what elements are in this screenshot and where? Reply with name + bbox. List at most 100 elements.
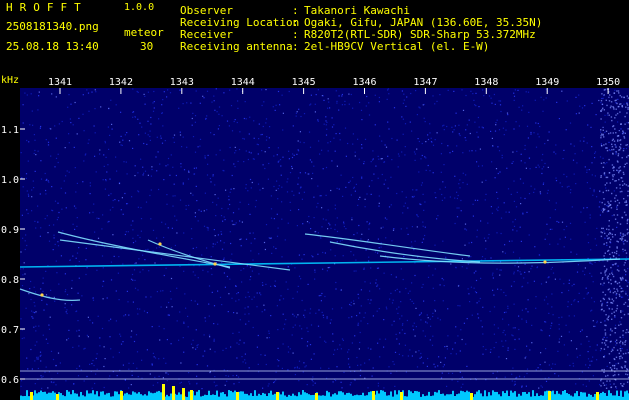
noise-dot [617,241,619,243]
noise-dot [387,88,389,90]
noise-dot [587,242,590,244]
echo-bar [254,390,256,400]
noise-dot [416,226,418,228]
noise-dot [233,312,235,314]
noise-dot [156,237,158,239]
noise-dot [591,174,593,176]
noise-dot [601,304,603,307]
noise-dot [612,273,614,276]
noise-dot [616,90,618,92]
noise-dot [86,375,88,378]
noise-dot [611,308,613,310]
noise-dot [600,272,602,274]
noise-dot [388,206,391,208]
noise-dot [150,296,152,298]
echo-bar [488,392,490,400]
noise-dot [87,92,90,94]
noise-dot [466,267,468,269]
noise-dot [611,368,613,371]
noise-dot [612,300,615,302]
noise-dot [581,150,584,152]
noise-dot [607,374,609,377]
noise-dot [591,146,593,148]
echo-bar [404,396,406,400]
noise-dot [518,375,521,378]
noise-dot [505,211,507,213]
noise-dot [325,194,327,196]
noise-dot [606,176,609,179]
noise-dot [319,336,321,338]
echo-bar [106,393,108,400]
noise-dot [102,214,104,216]
echo-bar [530,396,532,400]
noise-dot [627,195,629,197]
noise-dot [186,102,188,104]
noise-dot [212,174,214,176]
noise-dot [57,202,59,204]
noise-dot [188,381,190,383]
noise-dot [104,142,106,144]
noise-dot [563,173,565,175]
noise-dot [322,168,324,170]
noise-dot [132,111,135,113]
noise-dot [614,143,616,146]
noise-dot [623,137,626,139]
noise-dot [194,151,197,153]
noise-dot [490,257,492,259]
noise-dot [589,360,591,362]
noise-dot [293,154,295,156]
noise-dot [625,352,627,355]
echo-bar [132,391,134,400]
noise-dot [525,320,527,322]
noise-dot [224,384,226,386]
noise-dot [611,302,614,304]
noise-dot [183,169,186,171]
noise-dot [306,221,309,223]
noise-dot [626,381,629,383]
noise-dot [235,285,237,287]
noise-dot [333,137,335,139]
noise-dot [255,199,257,202]
noise-dot [606,365,608,367]
noise-dot [369,282,371,284]
noise-dot [611,174,614,176]
noise-dot [602,126,604,128]
noise-dot [37,205,39,207]
echo-bar [620,390,622,400]
echo-bar [510,390,512,400]
noise-dot [545,296,547,298]
noise-dot [495,168,498,170]
noise-dot [340,348,342,350]
noise-dot [403,255,405,258]
noise-dot [544,143,546,145]
noise-dot [86,89,88,91]
noise-dot [147,174,149,176]
noise-dot [616,307,618,310]
noise-dot [411,355,413,357]
noise-dot [593,189,595,191]
noise-dot [281,186,283,188]
noise-dot [626,233,629,235]
noise-dot [614,374,616,376]
noise-dot [567,354,569,356]
noise-dot [594,157,596,159]
noise-dot [256,346,258,348]
noise-dot [111,123,113,125]
noise-dot [234,119,236,121]
noise-dot [278,185,280,187]
noise-dot [609,367,612,369]
noise-dot [613,92,616,94]
noise-dot [596,322,598,324]
noise-dot [249,279,251,281]
noise-dot [279,299,281,301]
noise-dot [68,94,70,96]
noise-dot [602,211,604,213]
noise-dot [537,122,539,125]
noise-dot [474,121,476,123]
noise-dot [26,190,28,192]
noise-dot [604,294,607,296]
noise-dot [606,205,608,207]
echo-bar [424,396,426,400]
noise-dot [498,100,500,102]
echo-bar [348,392,350,400]
